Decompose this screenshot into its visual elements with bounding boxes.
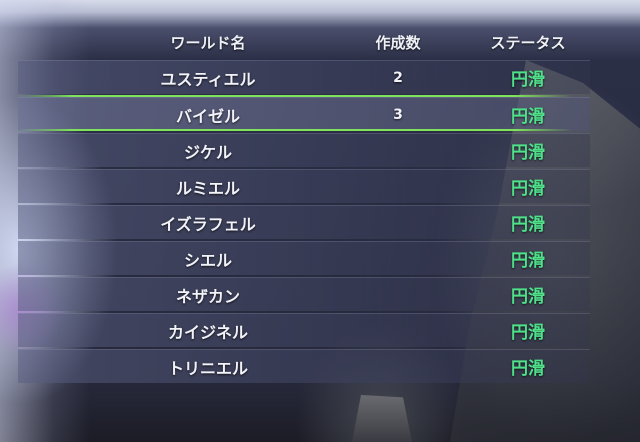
world-name: トリニエル bbox=[167, 358, 248, 378]
world-row-israfel[interactable]: イズラフェル 円滑 bbox=[18, 205, 590, 239]
world-name: カイジネル bbox=[167, 322, 248, 342]
world-status: 円滑 bbox=[511, 179, 545, 199]
world-name: ネザカン bbox=[175, 286, 240, 306]
created-count bbox=[348, 278, 448, 311]
world-name: ルミエル bbox=[175, 178, 240, 198]
created-count bbox=[348, 134, 448, 167]
world-row-ustiel[interactable]: ユスティエル 2 円滑 bbox=[18, 60, 590, 94]
world-status: 円滑 bbox=[511, 287, 545, 307]
world-name: イズラフェル bbox=[160, 214, 256, 234]
world-row-triniel[interactable]: トリニエル 円滑 bbox=[18, 349, 590, 383]
world-name: バイゼル bbox=[175, 106, 240, 126]
created-count bbox=[348, 350, 448, 383]
world-status: 円滑 bbox=[511, 359, 545, 379]
world-select-panel: ワールド名 作成数 ステータス ユスティエル 2 円滑 バイゼル 3 円滑 ジケ… bbox=[0, 0, 640, 442]
world-status: 円滑 bbox=[511, 215, 545, 235]
created-count bbox=[348, 242, 448, 275]
table-header: ワールド名 作成数 ステータス bbox=[18, 27, 590, 57]
header-world-name: ワールド名 bbox=[170, 33, 246, 52]
created-count bbox=[348, 314, 448, 347]
world-status: 円滑 bbox=[511, 143, 545, 163]
world-row-lumiel[interactable]: ルミエル 円滑 bbox=[18, 169, 590, 203]
world-name: ジケル bbox=[183, 142, 232, 162]
world-status: 円滑 bbox=[511, 323, 545, 343]
world-status: 円滑 bbox=[511, 70, 545, 90]
world-name: シエル bbox=[183, 250, 232, 270]
world-row-zikel[interactable]: ジケル 円滑 bbox=[18, 133, 590, 167]
header-status: ステータス bbox=[490, 33, 566, 52]
world-row-israphel-selected[interactable]: バイゼル 3 円滑 bbox=[18, 97, 590, 131]
world-row-kaisinel[interactable]: カイジネル 円滑 bbox=[18, 313, 590, 347]
header-created-count: 作成数 bbox=[375, 33, 421, 52]
created-count bbox=[348, 206, 448, 239]
selection-line-bottom bbox=[16, 129, 572, 131]
world-row-nezakan[interactable]: ネザカン 円滑 bbox=[18, 277, 590, 311]
world-name: ユスティエル bbox=[160, 69, 256, 89]
world-status: 円滑 bbox=[511, 251, 545, 271]
world-status: 円滑 bbox=[511, 107, 545, 127]
created-count: 3 bbox=[393, 106, 403, 123]
world-row-siel[interactable]: シエル 円滑 bbox=[18, 241, 590, 275]
created-count: 2 bbox=[393, 69, 403, 86]
created-count bbox=[348, 170, 448, 203]
